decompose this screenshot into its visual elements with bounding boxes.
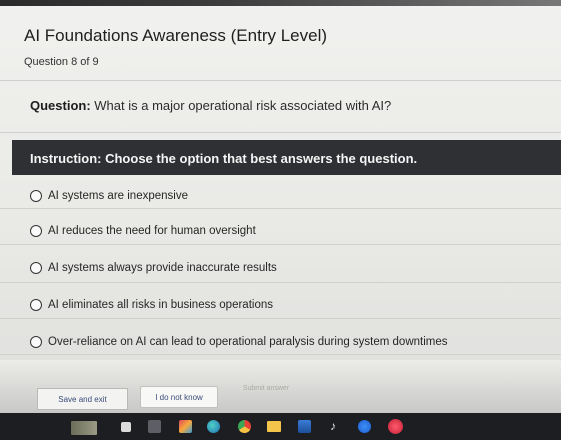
answer-option-1[interactable]: AI systems are inexpensive [30, 185, 188, 207]
store-icon[interactable] [298, 420, 311, 433]
divider [0, 208, 561, 209]
instruction-banner: Instruction: Choose the option that best… [12, 140, 561, 175]
app-icon[interactable] [388, 419, 403, 434]
divider [0, 282, 561, 283]
games-icon[interactable] [179, 420, 192, 433]
option-label: AI systems always provide inaccurate res… [48, 262, 277, 274]
chrome-browser-icon[interactable] [238, 420, 251, 433]
divider [0, 354, 561, 355]
tiktok-icon[interactable]: ♪ [330, 419, 336, 433]
answer-option-3[interactable]: AI systems always provide inaccurate res… [30, 257, 277, 279]
radio-button[interactable] [30, 262, 42, 274]
file-explorer-icon[interactable] [267, 421, 281, 432]
snipping-tool-icon[interactable] [148, 420, 161, 433]
wallpaper-thumbnail-icon[interactable] [71, 421, 97, 435]
divider [0, 132, 561, 133]
option-label: AI systems are inexpensive [48, 190, 188, 202]
question-label: Question: [30, 98, 91, 113]
task-view-icon[interactable] [121, 422, 131, 432]
radio-button[interactable] [30, 299, 42, 311]
dont-know-button[interactable]: I do not know [140, 386, 218, 408]
answer-option-2[interactable]: AI reduces the need for human oversight [30, 220, 256, 242]
radio-button[interactable] [30, 225, 42, 237]
quiz-title: AI Foundations Awareness (Entry Level) [24, 26, 328, 45]
question-counter: Question 8 of 9 [24, 56, 99, 68]
question-text: What is a major operational risk associa… [90, 98, 392, 113]
option-label: AI eliminates all risks in business oper… [48, 299, 273, 311]
messenger-icon[interactable] [358, 420, 371, 433]
option-label: Over-reliance on AI can lead to operatio… [48, 336, 448, 348]
browser-edge-strip [0, 0, 561, 6]
answer-option-4[interactable]: AI eliminates all risks in business oper… [30, 294, 273, 316]
submit-answer-button[interactable]: Submit answer [230, 381, 302, 395]
save-and-exit-button[interactable]: Save and exit [37, 388, 128, 410]
option-label: AI reduces the need for human oversight [48, 225, 256, 237]
question-prompt: Question: What is a major operational ri… [30, 98, 391, 113]
edge-browser-icon[interactable] [207, 420, 220, 433]
quiz-page: AI Foundations Awareness (Entry Level) Q… [0, 0, 561, 413]
answer-option-5[interactable]: Over-reliance on AI can lead to operatio… [30, 331, 448, 353]
radio-button[interactable] [30, 336, 42, 348]
taskbar: ♪ [0, 413, 561, 440]
radio-button[interactable] [30, 190, 42, 202]
divider [0, 318, 561, 319]
divider [0, 244, 561, 245]
divider [0, 80, 561, 81]
